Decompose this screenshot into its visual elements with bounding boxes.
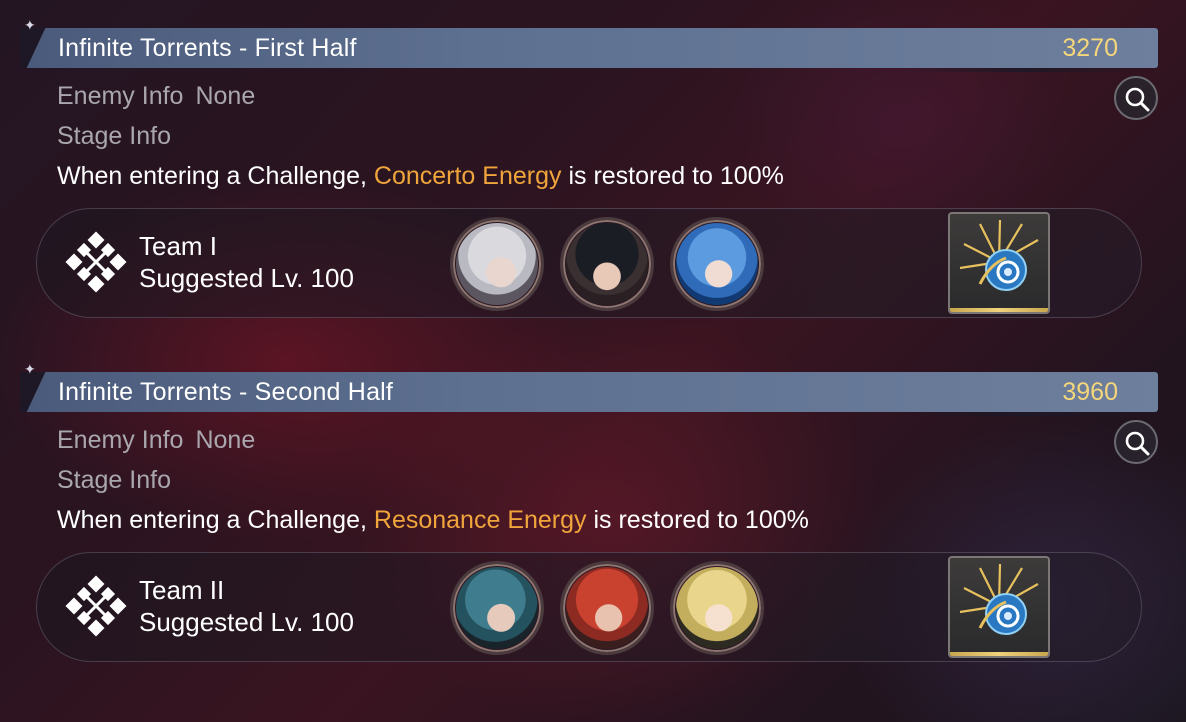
echo-seahorse-icon	[959, 219, 1039, 291]
echo-seahorse-icon	[959, 563, 1039, 635]
enemy-info-row: Enemy Info None	[57, 82, 255, 111]
team-panel[interactable]: Team I Suggested Lv. 100	[36, 208, 1142, 318]
magnifier-icon	[1125, 431, 1150, 456]
white-haired-character-portrait[interactable]	[450, 217, 544, 311]
effect-prefix: When entering a Challenge,	[57, 506, 367, 534]
stage-effect-text: When entering a Challenge, Concerto Ener…	[57, 162, 784, 191]
echo-card[interactable]	[948, 212, 1050, 314]
section-title: Infinite Torrents - First Half	[58, 34, 357, 62]
enemy-info-label: Enemy Info	[57, 82, 184, 110]
effect-suffix: is restored to 100%	[593, 506, 809, 534]
effect-highlight: Resonance Energy	[373, 506, 587, 534]
magnifier-icon	[1125, 87, 1150, 112]
red-haired-character-portrait[interactable]	[560, 561, 654, 655]
enemy-info-row: Enemy Info None	[57, 426, 255, 455]
effect-prefix: When entering a Challenge,	[57, 162, 367, 190]
enemy-info-search-button[interactable]	[1114, 76, 1158, 120]
sparkle-icon: ✦	[24, 17, 36, 33]
team-panel[interactable]: Team II Suggested Lv. 100	[36, 552, 1142, 662]
teal-haired-character-portrait[interactable]	[450, 561, 544, 655]
sparkle-icon: ✦	[24, 361, 36, 377]
section-score: 3960	[1062, 378, 1118, 406]
echo-card-rarity-bar	[950, 652, 1048, 656]
enemy-info-value: None	[195, 426, 256, 454]
team-name: Team II	[139, 575, 225, 605]
black-haired-character-portrait[interactable]	[560, 217, 654, 311]
effect-highlight: Concerto Energy	[373, 162, 562, 190]
enemy-info-value: None	[195, 82, 256, 110]
enemy-info-label: Enemy Info	[57, 426, 184, 454]
stage-info-label: Stage Info	[57, 122, 171, 150]
section-score: 3270	[1062, 34, 1118, 62]
team-crossed-swords-icon	[65, 575, 127, 637]
stage-effect-text: When entering a Challenge, Resonance Ene…	[57, 506, 809, 535]
echo-card[interactable]	[948, 556, 1050, 658]
stage-info-label: Stage Info	[57, 466, 171, 494]
enemy-info-search-button[interactable]	[1114, 420, 1158, 464]
echo-card-rarity-bar	[950, 308, 1048, 312]
team-suggested-level: Suggested Lv. 100	[139, 263, 354, 293]
team-suggested-level: Suggested Lv. 100	[139, 607, 354, 637]
section-title: Infinite Torrents - Second Half	[58, 378, 394, 406]
team-name: Team I	[139, 231, 218, 261]
blonde-haired-character-portrait[interactable]	[670, 561, 764, 655]
blue-haired-character-portrait[interactable]	[670, 217, 764, 311]
team-crossed-swords-icon	[65, 231, 127, 293]
effect-suffix: is restored to 100%	[568, 162, 784, 190]
